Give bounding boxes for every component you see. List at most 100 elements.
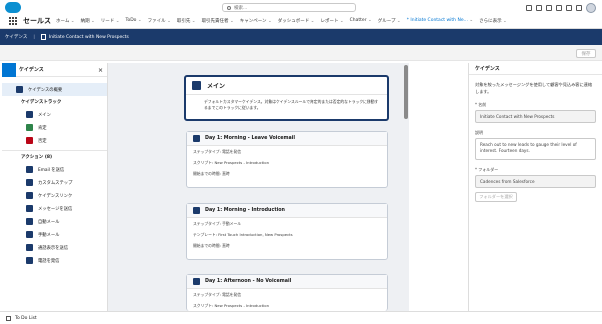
nav-item[interactable]: リード	[101, 18, 120, 24]
nav-item[interactable]: Chatter	[350, 18, 372, 24]
trailhead-icon[interactable]	[546, 5, 552, 11]
action-item[interactable]: 手動メール	[2, 228, 107, 241]
action-item[interactable]: Email を送信	[2, 163, 107, 176]
setup-gear-icon[interactable]	[566, 5, 572, 11]
step-card[interactable]: Day 1: Afternoon - No Voicemail ステップタイプ:…	[186, 274, 388, 311]
left-panel-title: ケイデンス	[19, 67, 44, 73]
email-icon	[26, 166, 33, 173]
email-icon	[193, 207, 200, 214]
nav-item-more[interactable]: さらに表示	[479, 18, 507, 24]
step-card[interactable]: Day 1: Morning - Leave Voicemail ステップタイプ…	[186, 131, 388, 188]
track-icon	[192, 81, 201, 90]
avatar[interactable]	[586, 3, 596, 13]
overview-label: ケイデンスの概要	[28, 87, 63, 93]
action-item[interactable]: 電話を発信	[2, 254, 107, 267]
breadcrumb-root[interactable]: ケイデンス	[5, 34, 27, 40]
todo-list-icon	[6, 315, 11, 321]
main-track-title: メイン	[207, 83, 226, 90]
step-type: ステップタイプ: 電話を発信	[193, 149, 242, 154]
step-template: テンプレート: First Touch Introduction, New Pr…	[193, 232, 293, 237]
cadence-overview-item[interactable]: ケイデンスの概要	[2, 83, 107, 96]
nav-item-active-tab[interactable]: * Initiate Contact with Ne...	[407, 18, 473, 24]
nav-item[interactable]: レポート	[320, 18, 343, 24]
message-icon	[26, 205, 33, 212]
step-delay: 開始までの時間: 直時	[193, 243, 230, 248]
action-label: 自動メール	[38, 219, 60, 225]
save-button[interactable]: 保存	[576, 49, 596, 58]
collapse-panel-icon[interactable]	[2, 63, 16, 77]
track-item-negative[interactable]: 否定	[2, 134, 107, 147]
folder-label: * フォルダー	[475, 167, 499, 172]
tracks-section-header[interactable]: ケイデンストラック	[2, 96, 107, 108]
nav-item[interactable]: キャンペーン	[240, 18, 272, 24]
track-item-main[interactable]: メイン	[2, 108, 107, 121]
phone-icon	[193, 278, 200, 285]
nav-item[interactable]: ファイル	[148, 18, 171, 24]
action-item[interactable]: カスタムステップ	[2, 176, 107, 189]
select-folder-button[interactable]: フォルダーを選択	[475, 192, 517, 202]
track-positive-icon	[26, 124, 33, 131]
help-icon[interactable]	[556, 5, 562, 11]
right-panel-description: 対象を絞ったメッセージングを使用して顧客や見込み客に連絡します。	[475, 82, 593, 94]
left-panel: ケイデンス × ケイデンスの概要 ケイデンストラック メイン 肯定 否定 アクシ…	[2, 63, 108, 311]
nav-item[interactable]: グループ	[378, 18, 401, 24]
action-item[interactable]: 自動メール	[2, 215, 107, 228]
notifications-bell-icon[interactable]	[576, 5, 582, 11]
description-label: 説明	[475, 130, 483, 135]
todo-list-link[interactable]: To Do List	[15, 316, 37, 321]
close-icon[interactable]: ×	[98, 67, 103, 74]
name-field[interactable]: Initiate Contact with New Prospects	[475, 110, 596, 123]
app-name: セールス	[23, 17, 51, 25]
right-panel-title: ケイデンス	[469, 63, 602, 75]
track-label: 否定	[38, 138, 47, 144]
action-item[interactable]: 通話表示を送信	[2, 241, 107, 254]
search-icon	[227, 5, 231, 10]
add-icon[interactable]	[536, 5, 542, 11]
salesforce-logo[interactable]	[5, 2, 21, 13]
nav-item[interactable]: 納期	[81, 18, 95, 24]
canvas-scrollbar[interactable]	[404, 65, 408, 119]
manual-email-icon	[26, 231, 33, 238]
phone-icon	[26, 257, 33, 264]
step-delay: 開始までの時間: 直時	[193, 171, 230, 176]
builder-toolbar: 保存	[0, 45, 602, 61]
search-input[interactable]: 検索...	[222, 3, 356, 12]
step-type: ステップタイプ: 手動メール	[193, 221, 242, 226]
nav-item[interactable]: 取引先責任者	[202, 18, 234, 24]
app-launcher-icon[interactable]	[9, 17, 17, 25]
nav-item[interactable]: ホーム	[56, 18, 75, 24]
description-field[interactable]: Reach out to new leads to gauge their le…	[475, 138, 596, 160]
step-card[interactable]: Day 1: Morning - Introduction ステップタイプ: 手…	[186, 203, 388, 260]
action-label: 手動メール	[38, 232, 60, 238]
action-label: ケイデンスリンク	[38, 193, 73, 199]
favorites-icon[interactable]	[526, 5, 532, 11]
breadcrumb-separator: |	[33, 34, 35, 40]
track-label: 肯定	[38, 125, 47, 131]
document-icon	[40, 34, 46, 40]
phone-icon	[193, 135, 200, 142]
step-title: Day 1: Afternoon - No Voicemail	[205, 279, 292, 284]
main-track-description: デフォルトカスタマーケイデンス。対象はケイデンスルールで肯定的または否定的なトラ…	[204, 99, 379, 110]
nav-items: ホーム 納期 リード ToDo ファイル 取引先 取引先責任者 キャンペーン ダ…	[56, 18, 507, 24]
custom-step-icon	[26, 179, 33, 186]
actions-section-header[interactable]: アクション (8)	[2, 150, 107, 163]
main-track-card[interactable]: メイン デフォルトカスタマーケイデンス。対象はケイデンスルールで肯定的または否定…	[184, 75, 389, 121]
header-icons	[526, 3, 596, 13]
action-label: カスタムステップ	[38, 180, 73, 186]
name-label: * 名前	[475, 102, 487, 107]
nav-bar: セールス ホーム 納期 リード ToDo ファイル 取引先 取引先責任者 キャン…	[0, 14, 602, 29]
action-label: 通話表示を送信	[38, 245, 69, 251]
call-display-icon	[26, 244, 33, 251]
overview-icon	[16, 86, 23, 93]
action-item[interactable]: メッセージを送信	[2, 202, 107, 215]
action-label: 電話を発信	[38, 258, 60, 264]
folder-field: Cadences from Salesforce	[475, 175, 596, 188]
right-panel: ケイデンス 対象を絞ったメッセージングを使用して顧客や見込み客に連絡します。 *…	[468, 63, 602, 311]
nav-item[interactable]: ToDo	[125, 18, 141, 24]
nav-item[interactable]: ダッシュボード	[278, 18, 315, 24]
track-item-positive[interactable]: 肯定	[2, 121, 107, 134]
nav-item[interactable]: 取引先	[177, 18, 196, 24]
action-item[interactable]: ケイデンスリンク	[2, 189, 107, 202]
step-script: スクリプト: New Prospects - Introduction	[193, 160, 270, 165]
action-label: Email を送信	[38, 167, 65, 173]
